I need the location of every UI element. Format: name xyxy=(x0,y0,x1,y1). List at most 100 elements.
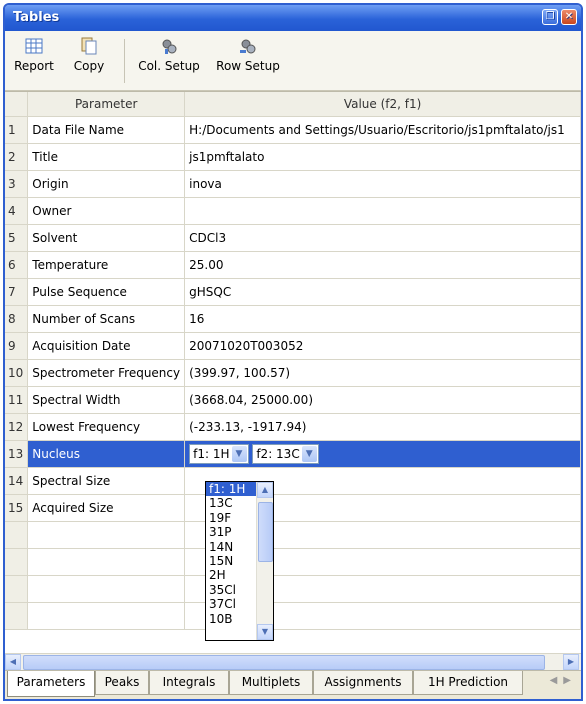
tab-multiplets[interactable]: Multiplets xyxy=(229,671,313,695)
dropdown-option[interactable]: 10B xyxy=(206,612,256,626)
empty-row xyxy=(5,602,581,630)
value-cell[interactable] xyxy=(184,197,581,225)
row-setup-button[interactable]: Row Setup xyxy=(213,37,283,73)
table-row[interactable]: 5 Solvent CDCl3 xyxy=(5,224,581,252)
table-row[interactable]: 7 Pulse Sequence gHSQC xyxy=(5,278,581,306)
table-row[interactable]: 2 Title js1pmftalato xyxy=(5,143,581,171)
nucleus-dropdown-list[interactable]: f1: 1H 13C 19F 31P 14N 15N 2H 35Cl 37Cl … xyxy=(205,481,274,641)
nucleus-f2-select[interactable]: f2: 13C ▼ xyxy=(252,443,319,464)
table-row[interactable]: 9 Acquisition Date 20071020T003052 xyxy=(5,332,581,360)
parameter-cell[interactable]: Data File Name xyxy=(27,116,186,144)
dropdown-option[interactable]: 14N xyxy=(206,540,256,554)
tab-assignments[interactable]: Assignments xyxy=(313,671,413,695)
value-cell[interactable]: 16 xyxy=(184,305,581,333)
table-row[interactable]: 3 Origin inova xyxy=(5,170,581,198)
table-row[interactable]: 4 Owner xyxy=(5,197,581,225)
row-number-header[interactable] xyxy=(5,92,29,117)
col-setup-label: Col. Setup xyxy=(138,59,200,73)
row-number: 2 xyxy=(5,143,29,171)
table-row-selected[interactable]: 13 Nucleus f1: 1H ▼ f2: 13C ▼ xyxy=(5,440,581,468)
scroll-down-icon[interactable]: ▼ xyxy=(257,624,273,640)
value-cell[interactable]: 25.00 xyxy=(184,251,581,279)
scroll-up-icon[interactable]: ▲ xyxy=(257,482,273,498)
copy-label: Copy xyxy=(73,59,105,73)
value-cell[interactable]: (3668.04, 25000.00) xyxy=(184,386,581,414)
dropdown-option-selected[interactable]: f1: 1H xyxy=(206,482,256,497)
table-row[interactable]: 12 Lowest Frequency (-233.13, -1917.94) xyxy=(5,413,581,441)
table-row[interactable]: 1 Data File Name H:/Documents and Settin… xyxy=(5,116,581,144)
parameter-cell[interactable]: Lowest Frequency xyxy=(27,413,186,441)
parameter-cell[interactable]: Pulse Sequence xyxy=(27,278,186,306)
value-cell[interactable]: (-233.13, -1917.94) xyxy=(184,413,581,441)
col-setup-button[interactable]: Col. Setup xyxy=(137,37,201,73)
table-row[interactable]: 10 Spectrometer Frequency (399.97, 100.5… xyxy=(5,359,581,387)
horizontal-scrollbar[interactable]: ◀ ▶ xyxy=(5,653,581,670)
toolbar-separator xyxy=(124,39,125,83)
table-row[interactable]: 8 Number of Scans 16 xyxy=(5,305,581,333)
tab-1h-prediction[interactable]: 1H Prediction xyxy=(413,671,523,695)
table-row[interactable]: 15 Acquired Size xyxy=(5,494,581,522)
table-row[interactable]: 11 Spectral Width (3668.04, 25000.00) xyxy=(5,386,581,414)
value-cell[interactable]: (399.97, 100.57) xyxy=(184,359,581,387)
nucleus-f2-value: f2: 13C xyxy=(256,446,300,461)
parameter-cell[interactable]: Temperature xyxy=(27,251,186,279)
dropdown-option[interactable]: 31P xyxy=(206,525,256,539)
table-report-icon xyxy=(25,38,43,54)
empty-row xyxy=(5,575,581,603)
value-cell[interactable]: H:/Documents and Settings/Usuario/Escrit… xyxy=(184,116,581,144)
parameter-cell[interactable]: Owner xyxy=(27,197,186,225)
row-number: 13 xyxy=(5,440,29,468)
tab-parameters[interactable]: Parameters xyxy=(7,671,95,697)
report-button[interactable]: Report xyxy=(13,37,55,73)
tab-peaks[interactable]: Peaks xyxy=(95,671,149,695)
parameter-cell[interactable]: Number of Scans xyxy=(27,305,186,333)
value-column-header[interactable]: Value (f2, f1) xyxy=(184,92,581,117)
chevron-down-icon[interactable]: ▼ xyxy=(301,445,317,462)
parameters-table: Parameter Value (f2, f1) 1 Data File Nam… xyxy=(5,92,581,630)
parameter-column-header[interactable]: Parameter xyxy=(27,92,186,117)
dropdown-scroll-thumb[interactable] xyxy=(258,502,273,562)
dropdown-option[interactable]: 2H xyxy=(206,568,256,582)
empty-row xyxy=(5,521,581,549)
row-setup-label: Row Setup xyxy=(216,59,280,73)
dropdown-option[interactable]: 37Cl xyxy=(206,597,256,611)
copy-button[interactable]: Copy xyxy=(69,37,109,73)
parameter-cell[interactable]: Origin xyxy=(27,170,186,198)
row-number: 4 xyxy=(5,197,29,225)
nucleus-f1-select[interactable]: f1: 1H ▼ xyxy=(189,443,249,464)
parameter-cell[interactable]: Solvent xyxy=(27,224,186,252)
value-cell[interactable]: gHSQC xyxy=(184,278,581,306)
close-icon[interactable]: ✕ xyxy=(561,9,577,25)
scroll-right-icon[interactable]: ▶ xyxy=(563,654,579,670)
dropdown-option[interactable]: 35Cl xyxy=(206,583,256,597)
title-bar[interactable]: Tables ❐ ✕ xyxy=(5,5,581,31)
row-number: 12 xyxy=(5,413,29,441)
tab-integrals[interactable]: Integrals xyxy=(149,671,229,695)
value-cell[interactable]: 20071020T003052 xyxy=(184,332,581,360)
parameter-cell[interactable]: Acquired Size xyxy=(27,494,186,522)
parameter-cell[interactable]: Spectral Size xyxy=(27,467,186,495)
horizontal-scroll-thumb[interactable] xyxy=(23,655,545,670)
parameter-cell[interactable]: Nucleus xyxy=(27,440,186,468)
dropdown-option[interactable]: 13C xyxy=(206,496,256,510)
dropdown-option[interactable]: 19F xyxy=(206,511,256,525)
row-number: 11 xyxy=(5,386,29,414)
parameter-cell[interactable]: Acquisition Date xyxy=(27,332,186,360)
value-cell[interactable]: js1pmftalato xyxy=(184,143,581,171)
dropdown-scrollbar[interactable]: ▲ ▼ xyxy=(256,482,273,640)
restore-icon[interactable]: ❐ xyxy=(542,9,558,25)
table-row[interactable]: 6 Temperature 25.00 xyxy=(5,251,581,279)
chevron-down-icon[interactable]: ▼ xyxy=(231,445,247,462)
value-cell[interactable]: inova xyxy=(184,170,581,198)
parameter-cell[interactable]: Spectral Width xyxy=(27,386,186,414)
row-number: 8 xyxy=(5,305,29,333)
tab-scroll-arrows-icon[interactable]: ◀▶ xyxy=(550,675,577,686)
dropdown-option[interactable]: 15N xyxy=(206,554,256,568)
parameter-cell[interactable]: Title xyxy=(27,143,186,171)
value-cell[interactable]: CDCl3 xyxy=(184,224,581,252)
parameter-cell[interactable]: Spectrometer Frequency xyxy=(27,359,186,387)
row-number: 15 xyxy=(5,494,29,522)
table-row[interactable]: 14 Spectral Size xyxy=(5,467,581,495)
scroll-left-icon[interactable]: ◀ xyxy=(5,654,21,670)
tables-window: Tables ❐ ✕ Report Copy Col. Setup Row Se… xyxy=(3,3,583,701)
